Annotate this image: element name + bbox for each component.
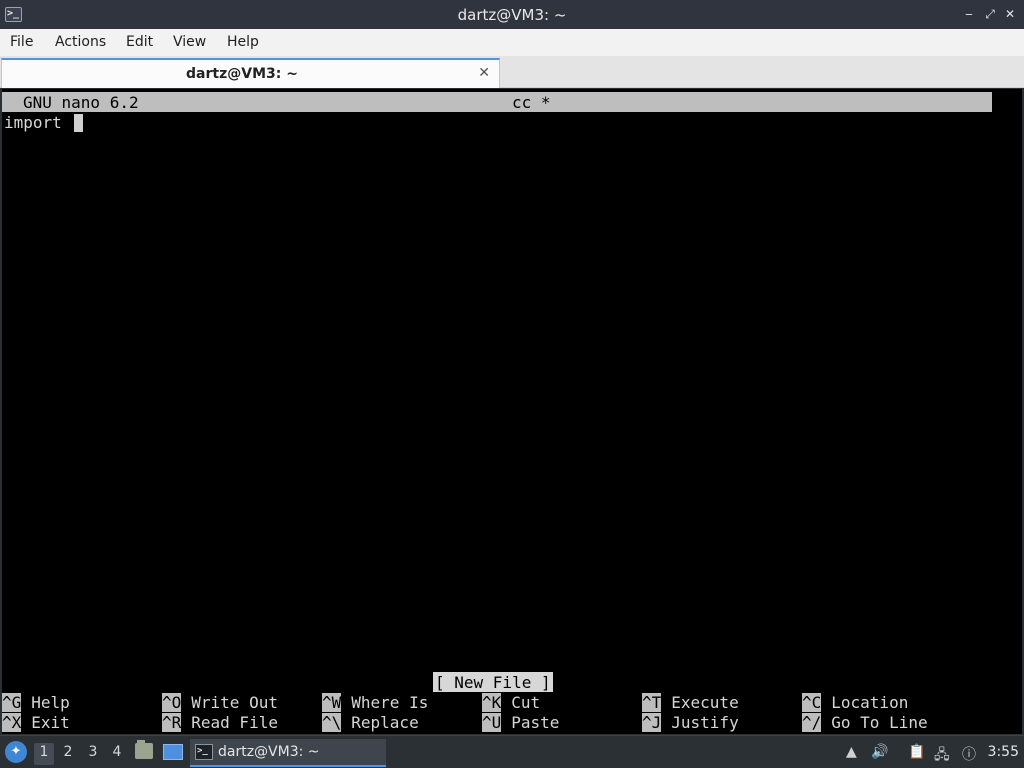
tray-up-icon[interactable]: ▲ bbox=[846, 744, 857, 760]
menu-file[interactable]: File bbox=[10, 34, 33, 50]
shortcut-label: Where Is bbox=[351, 693, 429, 712]
shortcut-read-file: ^R Read File bbox=[162, 713, 278, 733]
file-manager-icon[interactable] bbox=[135, 740, 153, 759]
shortcut-key: ^O bbox=[162, 693, 182, 712]
taskbar-terminal-button[interactable]: >_ dartz@VM3: ~ bbox=[190, 739, 386, 767]
nano-version: GNU nano 6.2 bbox=[23, 93, 139, 112]
terminal-area[interactable]: GNU nano 6.2 cc * import [ New File ] ^G… bbox=[0, 89, 1024, 734]
menu-actions[interactable]: Actions bbox=[55, 34, 106, 50]
nano-status-message: [ New File ] bbox=[433, 672, 553, 692]
terminal-icon: >_ bbox=[195, 744, 213, 760]
shortcut-key: ^K bbox=[482, 693, 502, 712]
editor-line-1[interactable]: import bbox=[4, 113, 71, 133]
shortcut-label: Read File bbox=[191, 713, 278, 732]
workspace-4[interactable]: 4 bbox=[107, 743, 127, 765]
text-cursor bbox=[74, 114, 83, 132]
shortcut-key: ^W bbox=[322, 693, 342, 712]
workspace-1[interactable]: 1 bbox=[34, 743, 54, 765]
shortcut-key: ^C bbox=[802, 693, 822, 712]
window-titlebar[interactable]: >_ dartz@VM3: ~ ‒ ⤢ ✕ bbox=[0, 0, 1024, 29]
shortcut-label: Justify bbox=[671, 713, 739, 732]
workspace-3[interactable]: 3 bbox=[83, 743, 103, 765]
taskbar-task-label: dartz@VM3: ~ bbox=[218, 744, 320, 760]
clipboard-icon[interactable]: 📋 bbox=[908, 744, 925, 760]
shortcut-label: Exit bbox=[31, 713, 70, 732]
shortcut-label: Replace bbox=[351, 713, 419, 732]
maximize-icon[interactable]: ⤢ bbox=[983, 6, 997, 22]
network-icon[interactable]: 🖧 bbox=[934, 744, 950, 768]
shortcut-location: ^C Location bbox=[802, 693, 908, 713]
shortcut-label: Execute bbox=[671, 693, 739, 712]
shortcut-execute: ^T Execute bbox=[642, 693, 739, 713]
shortcut-key: ^T bbox=[642, 693, 662, 712]
shortcut-key: ^G bbox=[2, 693, 22, 712]
volume-icon[interactable]: 🔊 bbox=[871, 744, 888, 760]
shortcut-go-to-line: ^/ Go To Line bbox=[802, 713, 928, 733]
start-menu-icon[interactable]: ✦ bbox=[5, 741, 27, 763]
shortcut-replace: ^\ Replace bbox=[322, 713, 419, 733]
shortcut-key: ^R bbox=[162, 713, 182, 732]
shortcut-where-is: ^W Where Is bbox=[322, 693, 428, 713]
window-title: dartz@VM3: ~ bbox=[457, 6, 567, 24]
shortcut-label: Cut bbox=[511, 693, 541, 712]
shortcut-label: Help bbox=[31, 693, 70, 712]
shortcut-key: ^/ bbox=[802, 713, 822, 732]
shortcut-write-out: ^O Write Out bbox=[162, 693, 278, 713]
taskbar: ✦ 1 2 3 4 >_ dartz@VM3: ~ ▲ 🔊 📋 🖧 ⓘ 3:55 bbox=[0, 735, 1024, 768]
shortcut-key: ^\ bbox=[322, 713, 342, 732]
shortcut-label: Location bbox=[831, 693, 909, 712]
shortcut-cut: ^K Cut bbox=[482, 693, 540, 713]
notification-icon[interactable]: ⓘ bbox=[962, 744, 976, 764]
tab-bar: dartz@VM3: ~ ✕ bbox=[0, 56, 1024, 88]
shortcut-exit: ^X Exit bbox=[2, 713, 70, 733]
shortcut-label: Go To Line bbox=[831, 713, 928, 732]
tab-close-icon[interactable]: ✕ bbox=[478, 65, 490, 81]
menu-help[interactable]: Help bbox=[227, 34, 259, 50]
workspace-2[interactable]: 2 bbox=[58, 743, 78, 765]
shortcut-key: ^U bbox=[482, 713, 502, 732]
menu-edit[interactable]: Edit bbox=[126, 34, 153, 50]
shortcut-paste: ^U Paste bbox=[482, 713, 559, 733]
close-icon[interactable]: ✕ bbox=[1003, 6, 1017, 22]
shortcut-key: ^J bbox=[642, 713, 662, 732]
menu-bar: File Actions Edit View Help bbox=[0, 29, 1024, 56]
tab-terminal[interactable]: dartz@VM3: ~ ✕ bbox=[1, 58, 500, 88]
nano-filename: cc * bbox=[512, 93, 551, 112]
show-desktop-icon[interactable] bbox=[163, 744, 183, 760]
tab-label: dartz@VM3: ~ bbox=[186, 66, 298, 82]
shortcut-help: ^G Help bbox=[2, 693, 70, 713]
shortcut-justify: ^J Justify bbox=[642, 713, 739, 733]
menu-view[interactable]: View bbox=[173, 34, 206, 50]
shortcut-label: Write Out bbox=[191, 693, 278, 712]
shortcut-label: Paste bbox=[511, 713, 560, 732]
nano-header: GNU nano 6.2 cc * bbox=[2, 92, 992, 112]
shortcut-key: ^X bbox=[2, 713, 22, 732]
clock[interactable]: 3:55 bbox=[988, 744, 1019, 760]
minimize-icon[interactable]: ‒ bbox=[962, 6, 976, 22]
